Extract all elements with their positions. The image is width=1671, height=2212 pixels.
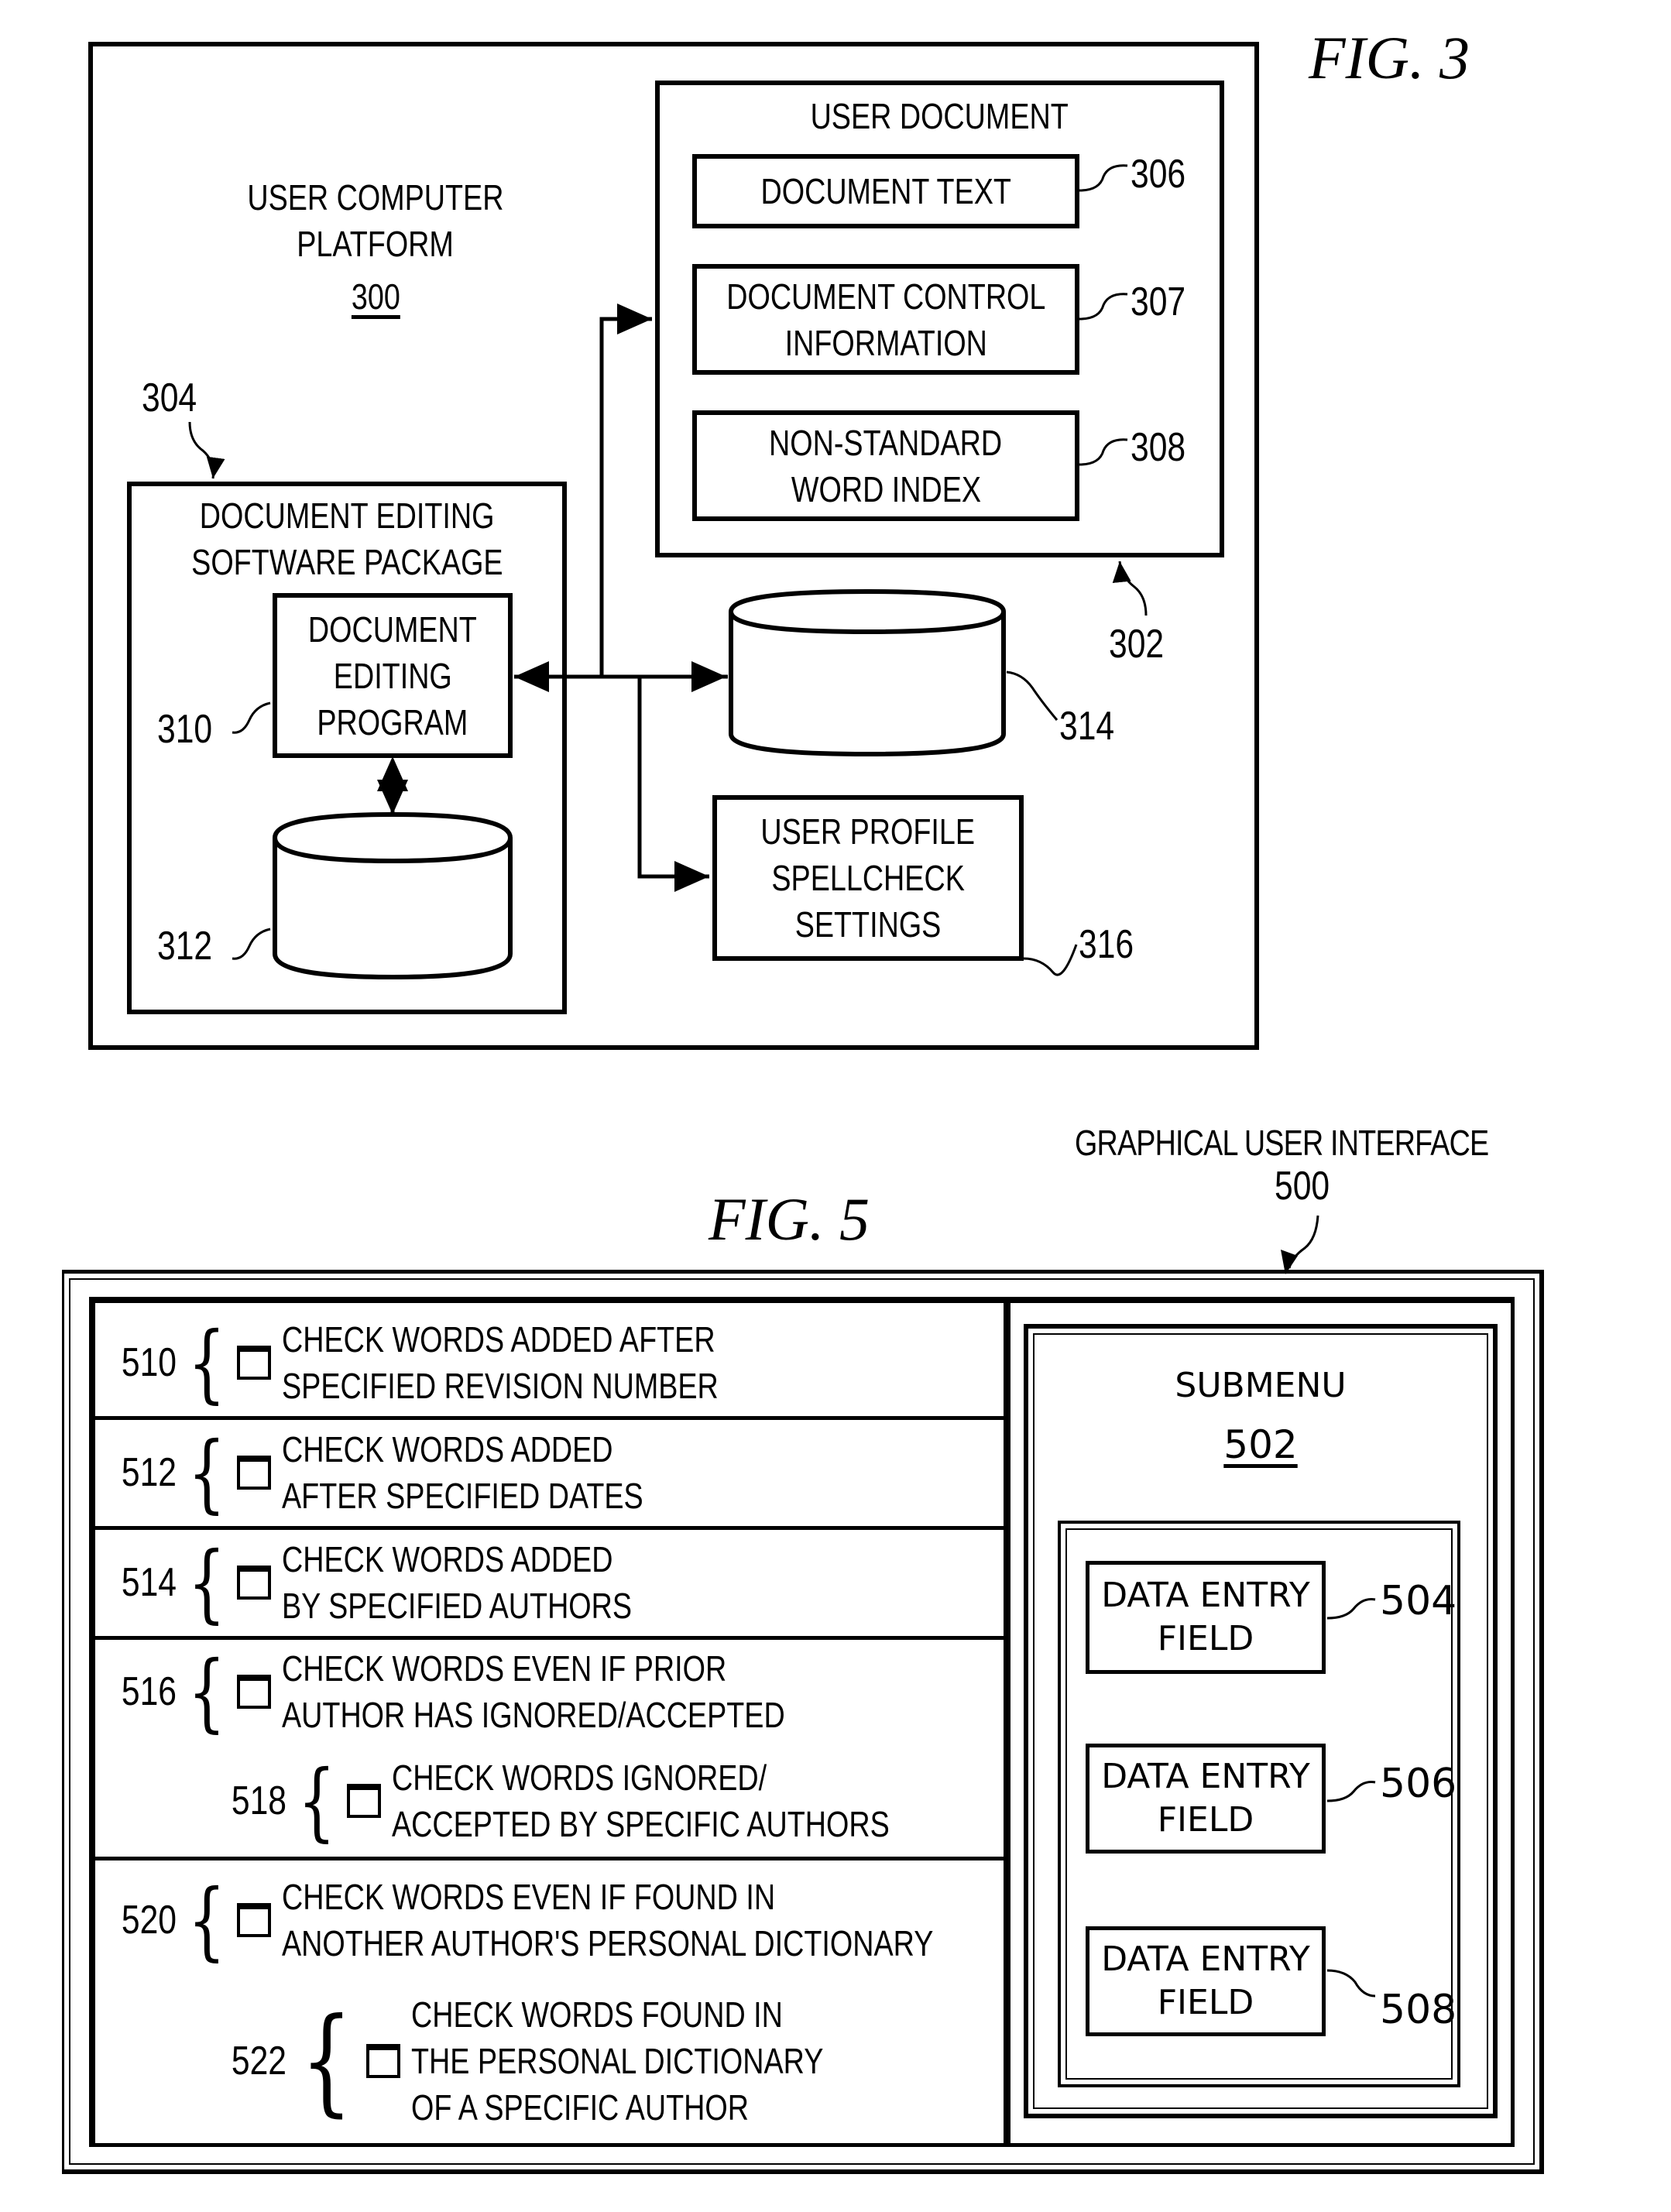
- fig5-label: FIG. 5: [709, 1185, 870, 1253]
- option-510-label: CHECK WORDS ADDED AFTER SPECIFIED REVISIO…: [282, 1319, 719, 1406]
- field-506-line2: FIELD: [1157, 1800, 1254, 1840]
- option-516-ref: 516: [121, 1669, 177, 1714]
- option-520-ref: 520: [121, 1898, 177, 1943]
- option-522[interactable]: 522 { CHECK WORDS FOUND IN THE PERSONAL D…: [209, 1991, 914, 2131]
- option-518[interactable]: 518 { CHECK WORDS IGNORED/ACCEPTED BY SP…: [209, 1754, 999, 1847]
- brace-icon: {: [297, 1751, 336, 1850]
- field-504-line1: DATA ENTRY: [1101, 1576, 1310, 1615]
- standard-dictionary-cylinder: [273, 811, 513, 980]
- checkbox-510[interactable]: [237, 1346, 271, 1380]
- brace-icon: {: [187, 1313, 226, 1412]
- option-512-ref: 512: [121, 1450, 177, 1495]
- field-508-line1: DATA ENTRY: [1101, 1939, 1310, 1979]
- option-512-label: CHECK WORDS ADDED AFTER SPECIFIED DATES: [282, 1429, 643, 1516]
- data-entry-field-506[interactable]: DATA ENTRY FIELD: [1086, 1744, 1326, 1854]
- field-504-line2: FIELD: [1157, 1619, 1254, 1658]
- brace-icon: {: [187, 1533, 226, 1632]
- submenu-ref: 502: [1223, 1422, 1298, 1467]
- checkbox-512[interactable]: [237, 1456, 271, 1490]
- personal-dictionary-cylinder: [729, 588, 1006, 757]
- data-entry-field-504[interactable]: DATA ENTRY FIELD: [1086, 1561, 1326, 1674]
- option-516[interactable]: 516 { CHECK WORDS EVEN IF PRIOR AUTHOR HA…: [99, 1645, 895, 1738]
- option-514-label: CHECK WORDS ADDED BY SPECIFIED AUTHORS: [282, 1539, 633, 1626]
- option-510-ref: 510: [121, 1340, 177, 1385]
- option-520-label: CHECK WORDS EVEN IF FOUND IN ANOTHER AUTH…: [282, 1877, 934, 1963]
- option-510[interactable]: 510 { CHECK WORDS ADDED AFTER SPECIFIED R…: [99, 1316, 815, 1409]
- submenu-title-text: SUBMENU: [1175, 1366, 1347, 1405]
- checkbox-522[interactable]: [366, 2044, 401, 2078]
- submenu-title: SUBMENU 502: [1024, 1363, 1498, 1468]
- field-508-line2: FIELD: [1157, 1983, 1254, 2022]
- option-518-ref: 518: [231, 1778, 287, 1823]
- option-514-ref: 514: [121, 1560, 177, 1605]
- ref-506: 506: [1380, 1761, 1457, 1807]
- to-user-profile-arrow: [637, 677, 709, 892]
- option-520[interactable]: 520 { CHECK WORDS EVEN IF FOUND IN ANOTHE…: [99, 1874, 1076, 1967]
- connector-lines: [377, 304, 728, 892]
- brace-icon: {: [187, 1423, 226, 1522]
- to-user-document-arrow: [599, 304, 652, 677]
- checkbox-520[interactable]: [237, 1903, 271, 1937]
- checkbox-514[interactable]: [237, 1566, 271, 1600]
- gui-ref: 500: [1275, 1164, 1330, 1209]
- brace-icon: {: [187, 1871, 226, 1970]
- ref-508: 508: [1380, 1987, 1457, 2033]
- option-518-label: CHECK WORDS IGNORED/ACCEPTED BY SPECIFIC…: [392, 1758, 890, 1844]
- data-entry-field-508[interactable]: DATA ENTRY FIELD: [1086, 1926, 1326, 2036]
- gui-title: GRAPHICAL USER INTERFACE: [1075, 1123, 1489, 1163]
- checkbox-516[interactable]: [237, 1675, 271, 1709]
- option-522-ref: 522: [231, 2039, 287, 2083]
- option-522-label: CHECK WORDS FOUND IN THE PERSONAL DICTION…: [411, 1994, 824, 2128]
- ref-504: 504: [1380, 1578, 1457, 1624]
- option-512[interactable]: 512 { CHECK WORDS ADDED AFTER SPECIFIED D…: [99, 1426, 722, 1519]
- checkbox-518[interactable]: [347, 1784, 381, 1818]
- fig3-connectors: [188, 164, 1148, 980]
- brace-icon: {: [300, 1994, 353, 2128]
- field-506-line1: DATA ENTRY: [1101, 1757, 1310, 1796]
- brace-icon: {: [187, 1642, 226, 1741]
- option-514[interactable]: 514 { CHECK WORDS ADDED BY SPECIFIED AUTH…: [99, 1536, 709, 1629]
- option-516-label: CHECK WORDS EVEN IF PRIOR AUTHOR HAS IGNO…: [282, 1648, 785, 1735]
